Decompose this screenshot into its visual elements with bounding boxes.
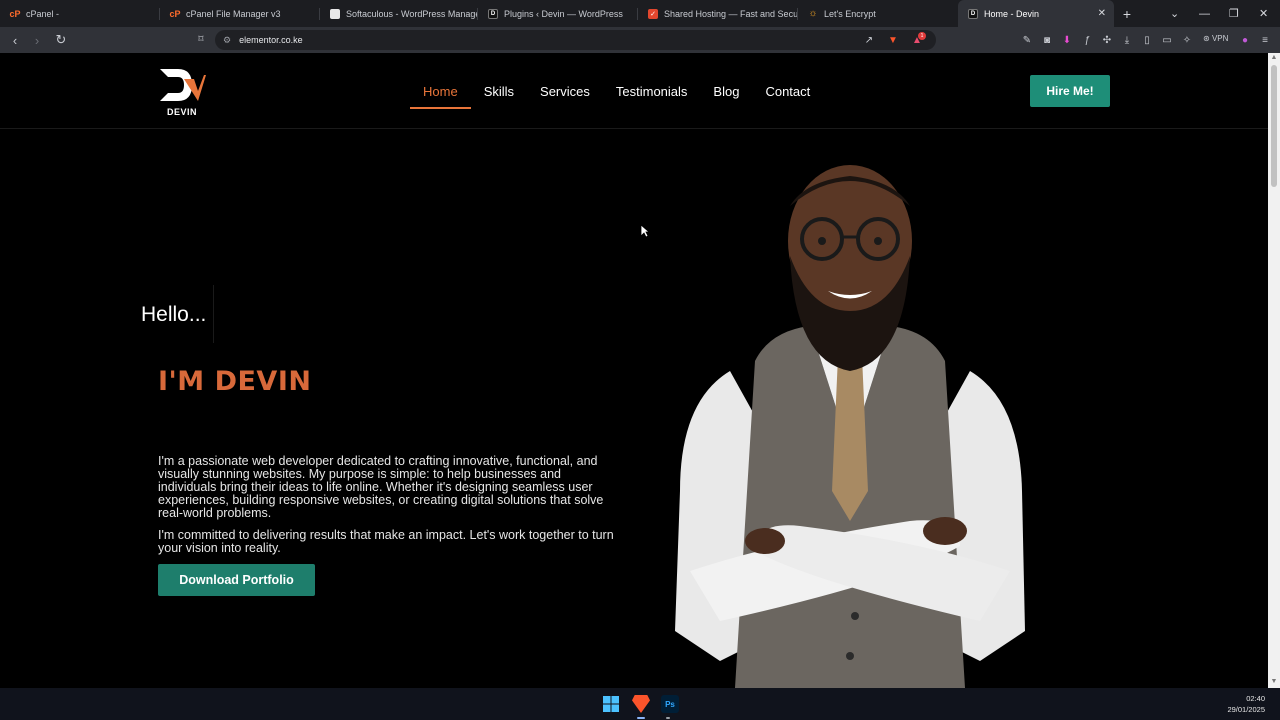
windows-taskbar: Ps 02:40 29/01/2025 [0,688,1280,720]
back-icon[interactable]: ‹ [5,30,25,50]
tab-list-chevron-down-icon[interactable]: ⌄ [1170,0,1179,27]
scroll-thumb[interactable] [1271,65,1277,187]
tab-letsencrypt[interactable]: ☼ Let's Encrypt [798,0,958,27]
letsencrypt-icon: ☼ [808,8,818,19]
portrait-image [675,165,1025,688]
nav-skills[interactable]: Skills [471,81,527,109]
tab-title: Let's Encrypt [824,8,876,19]
windows-start-icon[interactable] [602,695,620,713]
cpanel-icon: cP [169,8,181,19]
forward-icon[interactable]: › [27,30,47,50]
reload-icon[interactable]: ↻ [51,30,71,50]
close-window-icon[interactable]: ✕ [1259,0,1268,27]
pen-icon[interactable]: ✎ [1020,33,1034,47]
logo-icon [160,69,206,101]
sidebar-icon[interactable]: ▯ [1140,33,1154,47]
clock-time: 02:40 [1246,694,1265,703]
nav-services[interactable]: Services [527,81,603,109]
hire-me-button[interactable]: Hire Me! [1030,75,1110,107]
name-heading: I'M DEVIN [158,366,312,397]
menu-icon[interactable]: ≡ [1258,33,1272,47]
typing-divider [213,285,214,343]
system-clock[interactable]: 02:40 29/01/2025 [1227,693,1265,715]
new-tab-button[interactable]: + [1114,6,1140,22]
logo-text: DEVIN [166,107,197,117]
tab-title: Shared Hosting — Fast and Secure [664,8,798,19]
bookmark-icon[interactable]: ⌑ [194,32,208,46]
share-icon[interactable]: ↗ [862,33,876,47]
vpn-icon: ⊛ [1203,34,1212,43]
browser-tab-bar: cP cPanel - cP cPanel File Manager v3 So… [0,0,1280,27]
nav-testimonials[interactable]: Testimonials [603,81,701,109]
photoshop-icon[interactable]: Ps [661,695,679,713]
page-scrollbar[interactable]: ▲ ▼ [1268,53,1280,688]
tab-title: Home - Devin [984,8,1040,19]
brave-shield-icon[interactable]: ▼ [886,33,900,47]
tab-home-devin[interactable]: D Home - Devin ✕ [958,0,1114,27]
intro-text: I'm a passionate web developer dedicated… [158,455,620,564]
softaculous-icon [330,8,340,19]
vpn-label: VPN [1211,34,1229,43]
profile-avatar[interactable]: ● [1238,33,1252,47]
cpanel-icon: cP [9,8,21,19]
camera-icon[interactable]: ◙ [1040,33,1054,47]
tab-cpanel[interactable]: cP cPanel - [0,0,160,27]
downloads-icon[interactable]: ⤓ [1120,33,1134,47]
tab-plugins[interactable]: D Plugins ‹ Devin — WordPress [478,0,638,27]
site-header: DEVIN Home Skills Services Testimonials … [0,53,1268,129]
minimize-icon[interactable]: — [1199,0,1210,27]
nav-contact[interactable]: Contact [752,81,823,109]
open-app-indicator [666,717,670,719]
hello-heading: Hello... [141,303,207,326]
site-settings-icon[interactable]: ⚙ [223,35,231,46]
download-extension-icon[interactable]: ⬇ [1060,33,1074,47]
tab-title: cPanel File Manager v3 [186,8,281,19]
font-icon[interactable]: ƒ [1080,33,1094,47]
mouse-pointer-icon [640,224,650,238]
tab-title: Softaculous - WordPress Managem [346,8,478,19]
tab-title: Plugins ‹ Devin — WordPress [504,8,623,19]
scroll-down-icon[interactable]: ▼ [1270,678,1278,686]
restore-icon[interactable]: ❐ [1229,0,1239,27]
web-page: DEVIN Home Skills Services Testimonials … [0,53,1268,688]
url-text: elementor.co.ke [239,35,303,45]
close-tab-icon[interactable]: ✕ [1092,8,1106,19]
clock-date: 29/01/2025 [1227,705,1265,714]
hosting-icon: ✓ [648,8,658,19]
wordpress-icon: D [488,8,498,19]
tab-shared-hosting[interactable]: ✓ Shared Hosting — Fast and Secure [638,0,798,27]
download-portfolio-button[interactable]: Download Portfolio [158,564,315,596]
brave-browser-icon[interactable] [632,695,650,713]
intro-paragraph-2: I'm committed to delivering results that… [158,528,614,555]
nav-blog[interactable]: Blog [700,81,752,109]
main-nav: Home Skills Services Testimonials Blog C… [410,81,823,109]
notification-badge: 1 [918,32,926,40]
devin-icon: D [968,8,978,19]
wallet-icon[interactable]: ▭ [1160,33,1174,47]
tab-cpanel-file-manager[interactable]: cP cPanel File Manager v3 [160,0,320,27]
tab-softaculous[interactable]: Softaculous - WordPress Managem [320,0,478,27]
site-logo[interactable]: DEVIN [158,67,206,117]
leo-ai-icon[interactable]: ✧ [1180,33,1194,47]
vpn-button[interactable]: ⊛ VPN [1203,34,1228,43]
nav-home[interactable]: Home [410,81,471,109]
tab-title: cPanel - [26,8,60,19]
intro-paragraph-1: I'm a passionate web developer dedicated… [158,454,604,520]
active-app-indicator [637,717,645,719]
scroll-up-icon[interactable]: ▲ [1270,54,1278,62]
address-bar[interactable]: ⚙ elementor.co.ke [215,30,936,50]
extensions-icon[interactable]: ✣ [1100,33,1114,47]
